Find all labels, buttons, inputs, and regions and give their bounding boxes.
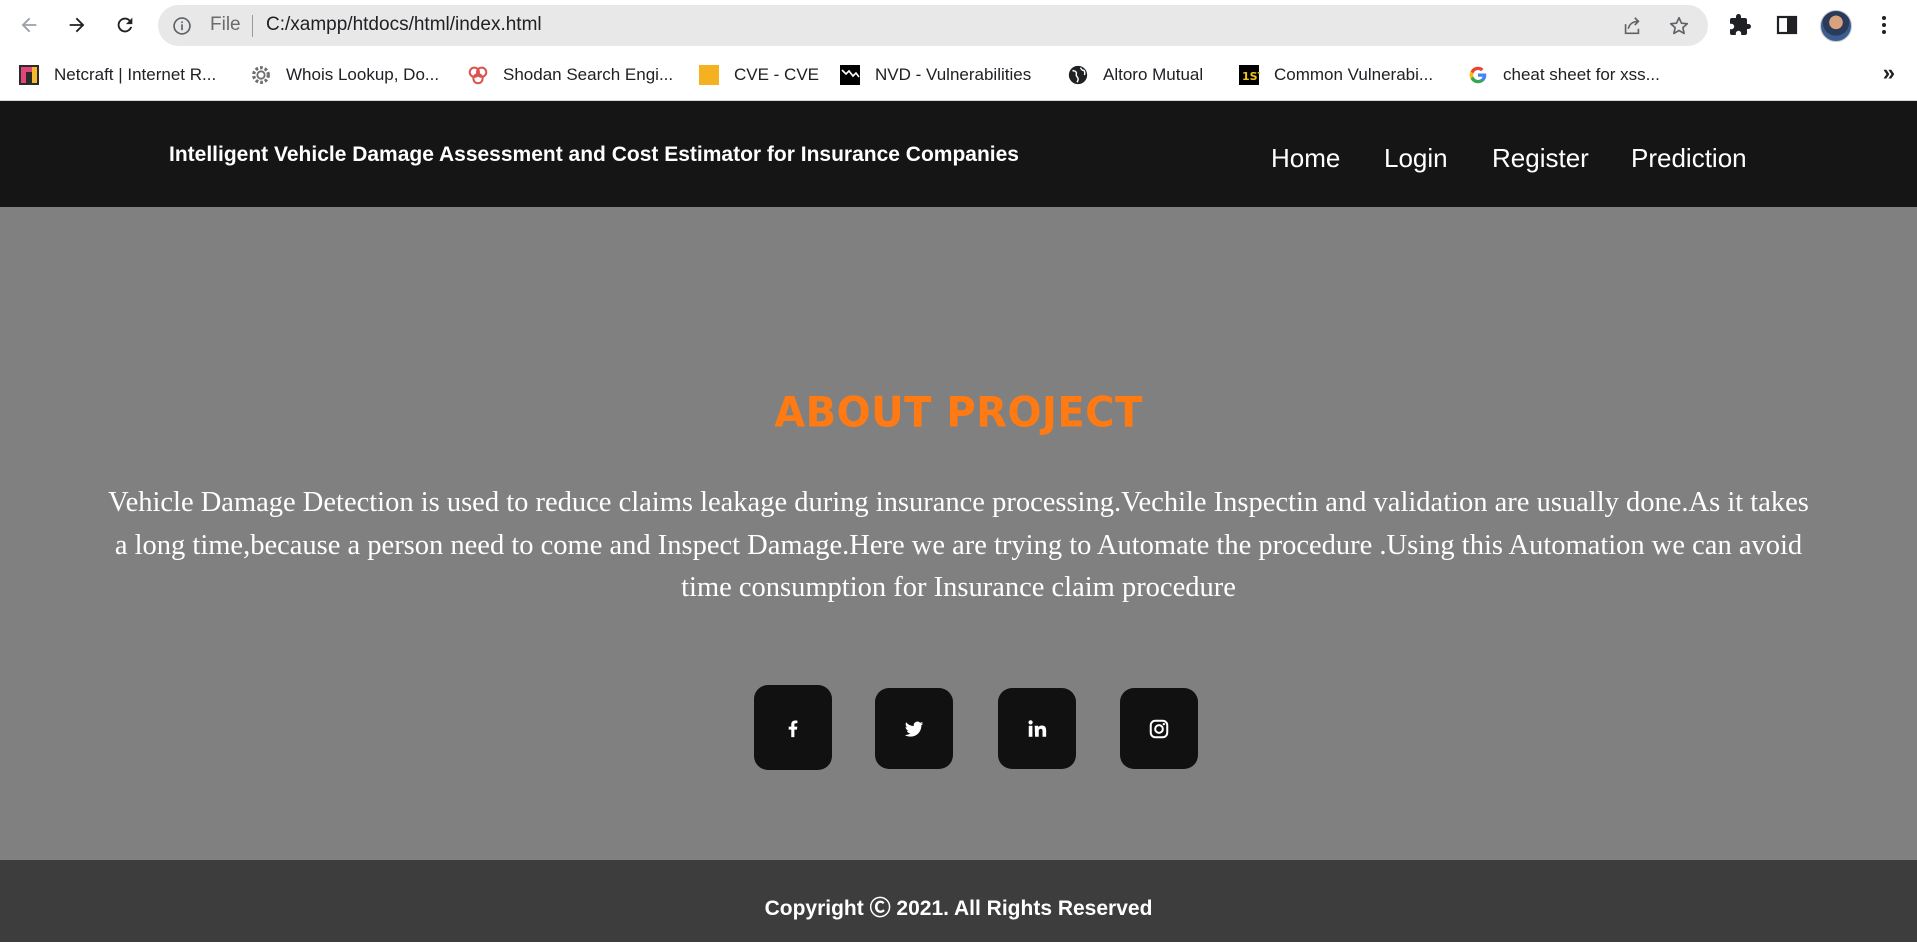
url-text[interactable]: C:/xampp/htdocs/html/index.html — [266, 14, 542, 36]
back-button[interactable] — [13, 9, 45, 41]
bookmark-label: Shodan Search Engi... — [503, 65, 674, 84]
url-separator — [252, 15, 253, 37]
facebook-button[interactable] — [754, 685, 832, 770]
bookmark-label: Altoro Mutual — [1103, 65, 1204, 84]
shodan-icon — [468, 66, 488, 85]
reload-button[interactable] — [109, 9, 141, 41]
bookmark-whois[interactable]: Whois Lookup, Do... — [250, 62, 439, 88]
first-icon: 1ST — [1239, 65, 1260, 85]
svg-text:1ST: 1ST — [1242, 70, 1260, 83]
bookmark-label: Netcraft | Internet R... — [54, 65, 217, 84]
globe-icon — [1068, 65, 1088, 85]
side-panel-icon[interactable] — [1775, 13, 1799, 37]
bookmark-nvd[interactable]: NVD - Vulnerabilities — [839, 62, 1031, 88]
info-icon[interactable] — [172, 16, 192, 36]
extensions-puzzle-icon[interactable] — [1728, 13, 1752, 37]
bookmark-altoro[interactable]: Altoro Mutual — [1067, 62, 1203, 88]
google-icon — [1469, 66, 1487, 84]
menu-kebab-icon[interactable] — [1872, 13, 1896, 37]
page-bottom-edge — [0, 942, 1917, 946]
about-description: Vehicle Damage Detection is used to redu… — [108, 487, 1809, 603]
twitter-icon — [904, 721, 924, 737]
cve-icon — [699, 65, 719, 85]
more-bookmarks-chevron[interactable]: » — [1883, 60, 1895, 86]
twitter-button[interactable] — [875, 688, 953, 769]
profile-avatar[interactable] — [1820, 10, 1852, 42]
linkedin-button[interactable] — [998, 688, 1076, 769]
copyright-text: Copyright Ⓒ 2021. All Rights Reserved — [764, 897, 1153, 920]
linkedin-icon — [1028, 719, 1047, 737]
back-arrow-icon — [21, 17, 37, 33]
site-title: Intelligent Vehicle Damage Assessment an… — [169, 143, 1019, 166]
site-header: Intelligent Vehicle Damage Assessment an… — [0, 101, 1917, 207]
reload-icon — [117, 17, 133, 33]
about-heading: ABOUT PROJECT — [774, 388, 1143, 438]
instagram-button[interactable] — [1120, 688, 1198, 769]
bookmark-cve[interactable]: CVE - CVE — [698, 62, 819, 88]
bookmarks-bar: Netcraft | Internet R... Whois Lookup, D… — [0, 50, 1917, 101]
bookmark-star-icon[interactable] — [1668, 15, 1690, 37]
about-section: ABOUT PROJECT Vehicle Damage Detection i… — [0, 207, 1917, 860]
gear-icon — [252, 66, 270, 84]
forward-arrow-icon — [69, 17, 85, 33]
instagram-icon — [1149, 719, 1169, 738]
site-footer: Copyright Ⓒ 2021. All Rights Reserved — [0, 860, 1917, 942]
netcraft-icon — [19, 65, 39, 85]
bookmark-xss-cheat-sheet[interactable]: cheat sheet for xss... — [1467, 62, 1660, 88]
nav-register-link[interactable]: Register — [1492, 143, 1589, 174]
bookmark-label: Whois Lookup, Do... — [286, 65, 440, 84]
bookmark-label: CVE - CVE — [734, 65, 820, 84]
bookmark-shodan[interactable]: Shodan Search Engi... — [467, 62, 673, 88]
browser-toolbar: File C:/xampp/htdocs/html/index.html — [0, 0, 1917, 50]
nav-prediction-link[interactable]: Prediction — [1631, 143, 1747, 174]
share-icon[interactable] — [1621, 15, 1643, 37]
bookmark-label: NVD - Vulnerabilities — [875, 65, 1032, 84]
facebook-icon — [788, 719, 798, 737]
nav-home-link[interactable]: Home — [1271, 143, 1340, 174]
forward-button[interactable] — [61, 9, 93, 41]
bookmark-common-vulnerabilities[interactable]: 1ST Common Vulnerabi... — [1238, 62, 1433, 88]
url-scheme-label: File — [210, 14, 241, 35]
bookmark-label: cheat sheet for xss... — [1503, 65, 1660, 84]
nvd-icon — [840, 65, 860, 85]
address-bar[interactable]: File C:/xampp/htdocs/html/index.html — [158, 5, 1708, 46]
bookmark-netcraft[interactable]: Netcraft | Internet R... — [18, 62, 216, 88]
nav-login-link[interactable]: Login — [1384, 143, 1448, 174]
bookmark-label: Common Vulnerabi... — [1274, 65, 1434, 84]
